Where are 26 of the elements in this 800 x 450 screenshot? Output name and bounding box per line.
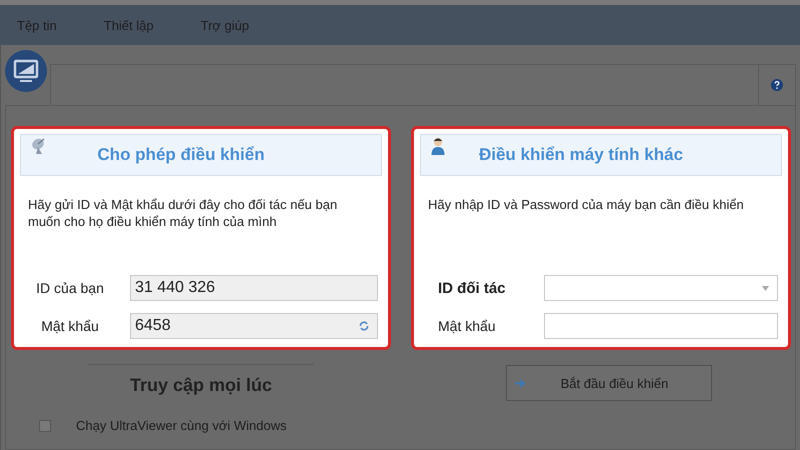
menu-item[interactable]: Thiết lập	[104, 18, 154, 32]
description-text: Hãy nhập ID và Password của máy bạn cần điều khiển	[428, 196, 745, 213]
section-title: Truy cập mọi lúc	[130, 375, 272, 396]
monitor-icon[interactable]	[5, 50, 47, 92]
satellite-dish-icon	[31, 137, 47, 155]
user-icon	[431, 137, 445, 155]
field-label: Mật khẩu	[437, 318, 497, 334]
checkbox-label: Chạy UltraViewer cùng với Windows	[76, 418, 287, 433]
field-label: ID của bạn	[35, 280, 105, 296]
arrow-icon	[515, 378, 526, 388]
help-icon[interactable]	[771, 79, 783, 91]
panel-title: Điều khiển máy tính khác	[478, 145, 684, 165]
field-label: ID đối tác	[437, 280, 507, 296]
field-label: Mật khẩu	[40, 318, 100, 334]
input-field[interactable]	[544, 313, 778, 339]
start-button[interactable]: Bắt đầu điều khiển	[506, 365, 712, 401]
menu-item[interactable]: Tệp tin	[17, 18, 57, 32]
description-text: Hãy gửi ID và Mật khẩu dưới đây cho đối tác nếu bạn muốn cho họ điều khiển máy tính của mình	[28, 196, 338, 230]
input-field[interactable]: 31 440 326	[130, 275, 378, 301]
dropdown-caret-icon[interactable]	[762, 286, 769, 290]
panel-title: Cho phép điều khiển	[97, 145, 265, 165]
input-field[interactable]: 6458	[130, 313, 378, 339]
checkbox[interactable]	[39, 420, 51, 432]
refresh-icon[interactable]	[359, 321, 369, 331]
input-field[interactable]	[544, 275, 778, 301]
menu-item[interactable]: Trợ giúp	[200, 18, 250, 32]
